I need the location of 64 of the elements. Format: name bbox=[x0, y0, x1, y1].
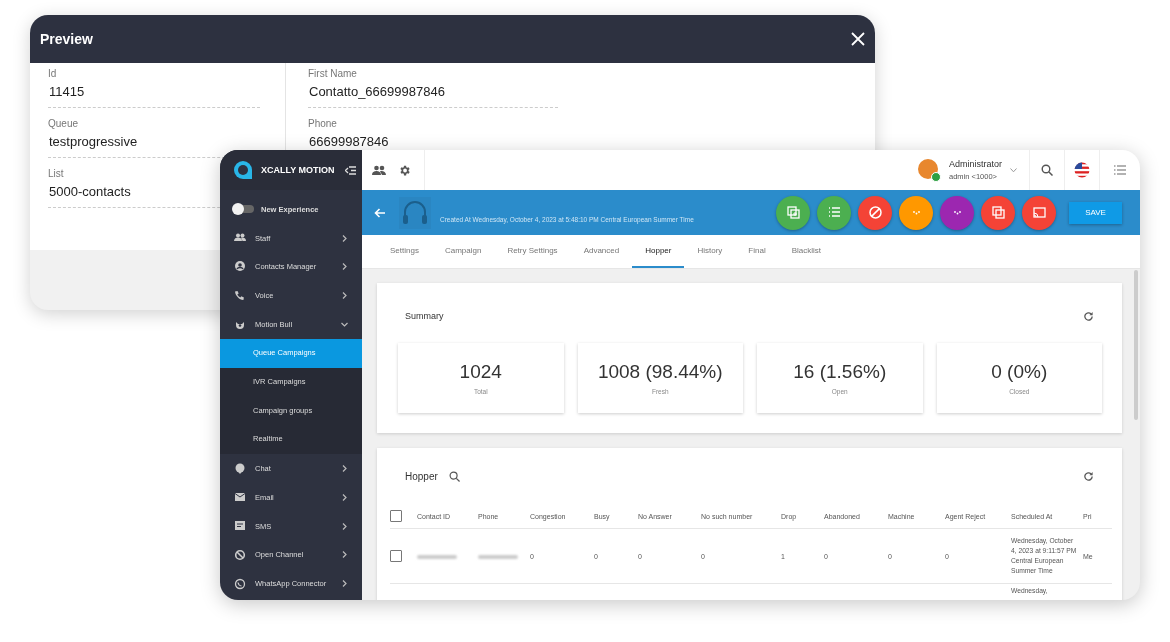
checkbox[interactable] bbox=[390, 549, 402, 562]
menu-collapse-icon[interactable] bbox=[344, 165, 356, 175]
field-value: 11415 bbox=[48, 83, 85, 101]
field-value: Contatto_66699987846 bbox=[308, 83, 445, 101]
list-icon bbox=[826, 205, 842, 220]
field-value: 66699987846 bbox=[308, 133, 389, 151]
action-button[interactable] bbox=[981, 195, 1015, 230]
field-value: 5000-contacts bbox=[48, 183, 131, 201]
field-value: testprogressive bbox=[48, 133, 138, 151]
field-label: Phone bbox=[308, 117, 337, 131]
checkbox[interactable] bbox=[390, 509, 402, 522]
tab[interactable]: History bbox=[684, 235, 736, 268]
cast-icon bbox=[1031, 205, 1047, 220]
chat-icon bbox=[234, 462, 246, 475]
window-title: Preview bbox=[40, 31, 93, 47]
stat-value: 1024 bbox=[459, 361, 502, 383]
action-button[interactable] bbox=[817, 195, 851, 230]
back-arrow-icon[interactable] bbox=[374, 207, 386, 218]
close-icon[interactable] bbox=[851, 32, 865, 46]
field-label: First Name bbox=[308, 67, 357, 81]
avatar-icon[interactable] bbox=[917, 158, 941, 182]
copy-plus-icon bbox=[785, 205, 801, 220]
tab[interactable]: Advanced bbox=[570, 235, 633, 268]
toggle-switch[interactable] bbox=[234, 205, 254, 214]
search-icon[interactable] bbox=[448, 470, 460, 482]
block-icon bbox=[867, 205, 883, 220]
message-icon bbox=[234, 520, 246, 533]
person-circle-icon bbox=[234, 261, 246, 273]
app-name: XCALLY MOTION bbox=[261, 165, 335, 175]
redacted-text bbox=[478, 554, 518, 559]
tab[interactable]: Settings bbox=[377, 235, 432, 268]
tab[interactable]: Blacklist bbox=[778, 235, 835, 268]
phone-icon bbox=[234, 289, 246, 302]
settings-icon[interactable] bbox=[398, 163, 411, 177]
whatsapp-icon bbox=[234, 577, 246, 590]
envelope-icon bbox=[234, 491, 246, 504]
tab[interactable]: Retry Settings bbox=[494, 235, 571, 268]
user-name: Administrator bbox=[949, 159, 1002, 169]
flag-icon[interactable] bbox=[1074, 162, 1090, 178]
field-label: Queue bbox=[48, 117, 79, 131]
field-label: List bbox=[48, 167, 64, 181]
caret-icon[interactable] bbox=[1010, 167, 1017, 173]
field-label: Id bbox=[48, 67, 57, 81]
refresh-icon[interactable] bbox=[1083, 470, 1094, 482]
stat-value: 0 (0%) bbox=[991, 361, 1048, 383]
card-title: Summary bbox=[405, 311, 444, 321]
search-icon[interactable] bbox=[1041, 164, 1053, 176]
people-icon[interactable] bbox=[372, 165, 386, 175]
stat-value: 16 (1.56%) bbox=[793, 361, 887, 383]
action-button[interactable] bbox=[776, 195, 810, 230]
chat-bubble-icon bbox=[233, 160, 253, 180]
refresh-icon[interactable] bbox=[1083, 310, 1094, 322]
tab[interactable]: Campaign bbox=[431, 235, 495, 268]
copy-icon bbox=[990, 205, 1006, 220]
blocked-circle-icon bbox=[234, 548, 246, 561]
headset-icon bbox=[399, 196, 431, 229]
action-button[interactable] bbox=[858, 195, 892, 230]
action-button[interactable] bbox=[1022, 195, 1056, 230]
card-title: Hopper bbox=[405, 470, 438, 482]
scrollbar[interactable] bbox=[1134, 270, 1138, 420]
redacted-text bbox=[417, 554, 457, 559]
stat-value: 1008 (98.44%) bbox=[597, 361, 723, 383]
tab[interactable]: Hopper bbox=[632, 235, 685, 268]
tab[interactable]: Final bbox=[735, 235, 779, 268]
